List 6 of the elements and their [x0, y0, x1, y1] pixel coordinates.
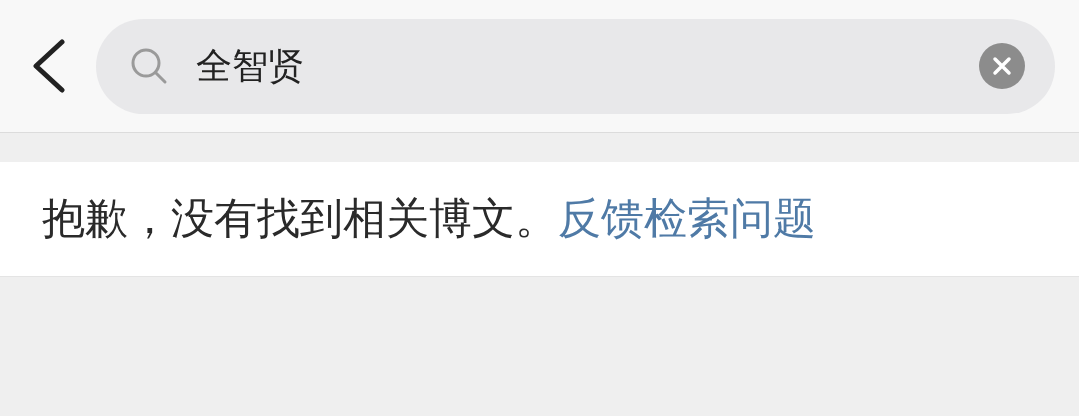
search-icon — [130, 47, 168, 85]
no-results-message: 抱歉，没有找到相关博文。反馈检索问题 — [42, 192, 816, 245]
search-field[interactable]: 全智贤 — [96, 18, 1055, 114]
close-icon — [992, 56, 1012, 76]
clear-button[interactable] — [979, 43, 1025, 89]
feedback-link[interactable]: 反馈检索问题 — [558, 193, 816, 243]
